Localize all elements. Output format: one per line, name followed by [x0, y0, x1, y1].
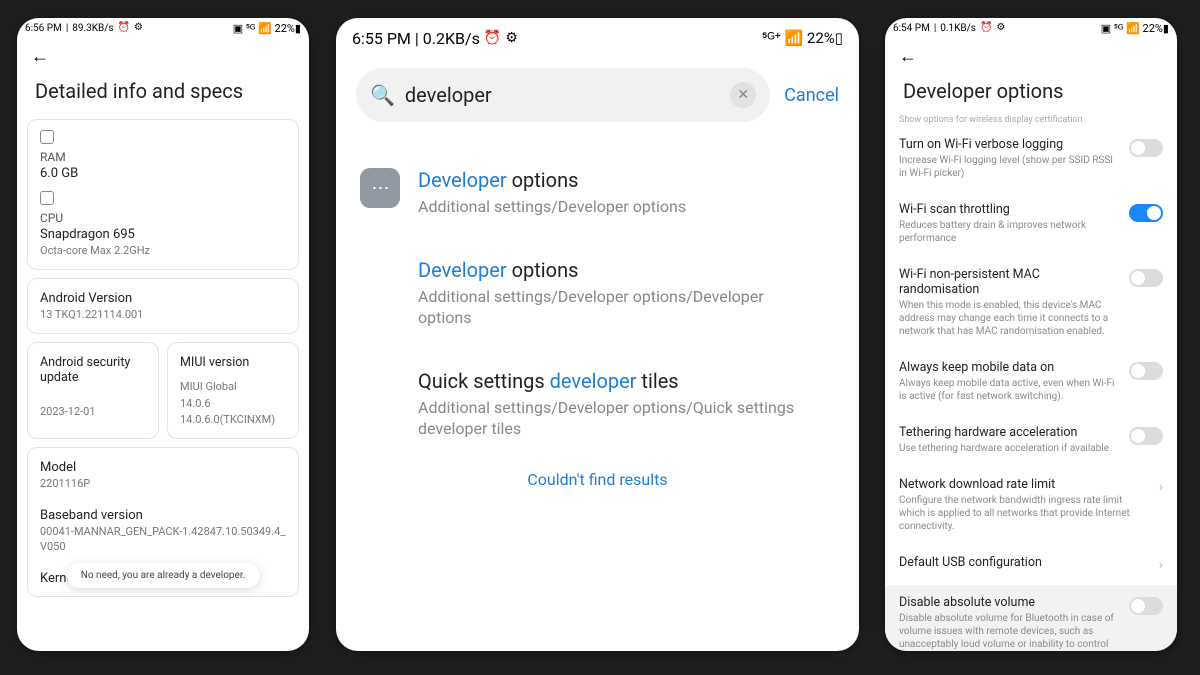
back-icon[interactable]: ←: [899, 46, 917, 67]
toggle[interactable]: [1129, 204, 1163, 222]
setting-item[interactable]: Tethering hardware acceleration Use tethe…: [897, 415, 1165, 467]
cancel-button[interactable]: Cancel: [784, 85, 839, 106]
setting-sub: Use tethering hardware acceleration if a…: [899, 442, 1119, 455]
cpu-label: CPU: [40, 211, 286, 225]
settings-app-icon: ⋯: [360, 168, 400, 208]
setting-item[interactable]: Turn on Wi-Fi verbose logging Increase Wi…: [897, 127, 1165, 192]
status-right: ▣ ⁵ᴳ 📶 22%▮: [233, 22, 301, 35]
chip-icon: [40, 130, 54, 144]
card-security-update[interactable]: Android security update 2023-12-01: [27, 342, 159, 440]
baseband-label: Baseband version: [40, 508, 286, 523]
toggle[interactable]: [1129, 269, 1163, 287]
setting-sub: Increase Wi-Fi logging level (show per S…: [899, 154, 1119, 180]
setting-item[interactable]: Default USB configuration ›: [897, 545, 1165, 585]
android-label: Android Version: [40, 291, 286, 306]
setting-title: Tethering hardware acceleration: [899, 425, 1119, 440]
gear-icon: ⚙: [996, 23, 1005, 33]
setting-sub: Reduces battery drain & improves network…: [899, 219, 1119, 245]
ram-value: 6.0 GB: [40, 166, 286, 181]
toggle[interactable]: [1129, 362, 1163, 380]
setting-item[interactable]: Always keep mobile data on Always keep mo…: [897, 350, 1165, 415]
status-time: 6:55 PM: [352, 29, 411, 48]
miui-v1: MIUI Global: [180, 380, 286, 395]
miui-label: MIUI version: [180, 355, 286, 370]
status-time: 6:56 PM: [25, 23, 62, 34]
status-bar: 6:55 PM | 0.2KB/s ⏰ ⚙ ⁵ᴳ⁺ 📶 22%▯: [336, 18, 859, 58]
page-title: Detailed info and specs: [17, 69, 309, 119]
no-results-text: Couldn't find results: [360, 470, 835, 489]
gear-icon: ⚙: [505, 31, 518, 45]
search-icon: 🔍: [370, 83, 395, 107]
back-icon[interactable]: ←: [31, 46, 49, 67]
cpu-value: Snapdragon 695: [40, 227, 286, 242]
sec-value: 2023-12-01: [40, 405, 146, 420]
card-miui-version[interactable]: MIUI version MIUI Global 14.0.6 14.0.6.0…: [167, 342, 299, 440]
result-path: Additional settings/Developer options: [418, 196, 686, 218]
clear-icon[interactable]: ✕: [730, 82, 756, 108]
setting-title: Always keep mobile data on: [899, 360, 1119, 375]
toggle[interactable]: [1129, 597, 1163, 615]
baseband-value: 00041-MANNAR_GEN_PACK-1.42847.10.50349.4…: [40, 525, 286, 555]
miui-v2: 14.0.6: [180, 397, 286, 412]
setting-item[interactable]: Disable absolute volume Disable absolute …: [885, 585, 1177, 651]
status-net: 0.2KB/s: [423, 29, 480, 48]
result-path: Additional settings/Developer options/Qu…: [418, 397, 798, 440]
status-bar: 6:54 PM | 0.1KB/s ⏰ ⚙ ▣ ⁵ᴳ 📶 22%▮: [885, 18, 1177, 38]
cpu-sub: Octa-core Max 2.2GHz: [40, 244, 286, 259]
setting-sub: Configure the network bandwidth ingress …: [899, 494, 1149, 533]
settings-list[interactable]: Turn on Wi-Fi verbose logging Increase Wi…: [885, 127, 1177, 651]
toast-already-developer: No need, you are already a developer.: [67, 563, 260, 588]
model-value: 2201116P: [40, 477, 286, 492]
status-net: 0.1KB/s: [940, 23, 976, 34]
search-result[interactable]: Quick settings developer tiles Additiona…: [360, 351, 835, 462]
chevron-right-icon: ›: [1159, 557, 1163, 573]
setting-title: Wi-Fi scan throttling: [899, 202, 1119, 217]
setting-title: Disable absolute volume: [899, 595, 1119, 610]
alarm-icon: ⏰: [484, 31, 501, 45]
setting-title: Default USB configuration: [899, 555, 1149, 570]
setting-title: Network download rate limit: [899, 477, 1149, 492]
search-field[interactable]: 🔍 ✕: [356, 68, 770, 122]
phone-detailed-info: 6:56 PM | 89.3KB/s ⏰ ⚙ ▣ ⁵ᴳ 📶 22%▮ ← Det…: [17, 18, 309, 651]
setting-sub: When this mode is enabled, this device's…: [899, 299, 1119, 338]
status-net: 89.3KB/s: [72, 23, 113, 34]
setting-item[interactable]: Wi-Fi scan throttling Reduces battery dra…: [897, 192, 1165, 257]
partial-item-top: Show options for wireless display certif…: [885, 115, 1177, 127]
setting-title: Turn on Wi-Fi verbose logging: [899, 137, 1119, 152]
card-android-version[interactable]: Android Version 13 TKQ1.221114.001: [27, 278, 299, 334]
result-path: Additional settings/Developer options/De…: [418, 286, 798, 329]
miui-v3: 14.0.6.0(TKCINXM): [180, 413, 286, 428]
search-result[interactable]: Developer options Additional settings/De…: [360, 240, 835, 351]
page-title: Developer options: [885, 69, 1177, 119]
toggle[interactable]: [1129, 427, 1163, 445]
model-label: Model: [40, 460, 286, 475]
status-bar: 6:56 PM | 89.3KB/s ⏰ ⚙ ▣ ⁵ᴳ 📶 22%▮: [17, 18, 309, 38]
phone-search: 6:55 PM | 0.2KB/s ⏰ ⚙ ⁵ᴳ⁺ 📶 22%▯ 🔍 ✕ Can…: [336, 18, 859, 651]
spacer: [360, 369, 400, 409]
status-time: 6:54 PM: [893, 23, 930, 34]
ram-label: RAM: [40, 150, 286, 164]
search-input[interactable]: [405, 83, 720, 107]
chevron-right-icon: ›: [1159, 479, 1163, 495]
alarm-icon: ⏰: [118, 23, 130, 33]
search-results: ⋯ Developer options Additional settings/…: [336, 130, 859, 489]
sec-label: Android security update: [40, 355, 146, 385]
chip-icon: [40, 191, 54, 205]
alarm-icon: ⏰: [980, 23, 992, 33]
phone-developer-options: 6:54 PM | 0.1KB/s ⏰ ⚙ ▣ ⁵ᴳ 📶 22%▮ ← Deve…: [885, 18, 1177, 651]
spacer: [360, 258, 400, 298]
android-value: 13 TKQ1.221114.001: [40, 308, 286, 323]
setting-title: Wi-Fi non-persistent MAC randomisation: [899, 267, 1119, 297]
search-result[interactable]: ⋯ Developer options Additional settings/…: [360, 150, 835, 240]
setting-item[interactable]: Network download rate limit Configure the…: [897, 467, 1165, 545]
gear-icon: ⚙: [134, 23, 143, 33]
setting-sub: Always keep mobile data active, even whe…: [899, 377, 1119, 403]
status-right: ▣ ⁵ᴳ 📶 22%▮: [1101, 22, 1169, 35]
toggle[interactable]: [1129, 139, 1163, 157]
status-right: ⁵ᴳ⁺ 📶 22%▯: [762, 29, 843, 47]
setting-sub: Disable absolute volume for Bluetooth in…: [899, 612, 1119, 651]
setting-item[interactable]: Wi-Fi non-persistent MAC randomisationWh…: [897, 257, 1165, 350]
card-hardware: RAM 6.0 GB CPU Snapdragon 695 Octa-core …: [27, 119, 299, 270]
